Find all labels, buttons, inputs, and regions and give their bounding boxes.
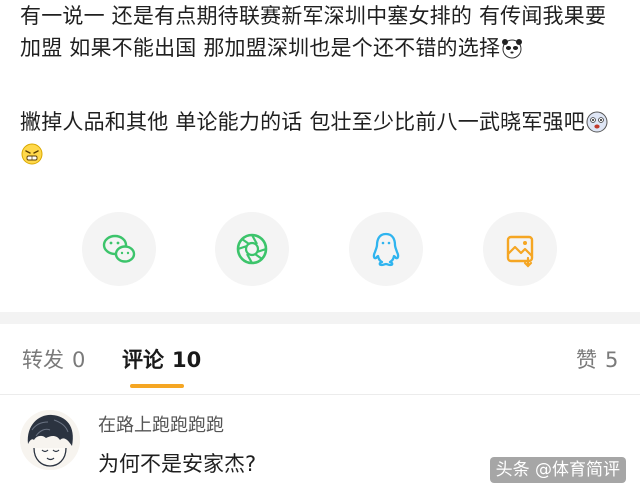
active-tab-indicator [130, 384, 184, 388]
post-paragraph-2: 撇掉人品和其他 单论能力的话 包壮至少比前八一武晓军强吧 [20, 106, 624, 170]
share-wechat-button[interactable] [82, 212, 156, 286]
save-image-button[interactable] [483, 212, 557, 286]
tab-repost-label: 转发 [22, 348, 64, 372]
avatar-image [20, 410, 80, 470]
share-qq-button[interactable] [349, 212, 423, 286]
wechat-icon [102, 234, 136, 263]
post-paragraph-2-text: 撇掉人品和其他 单论能力的话 包壮至少比前八一武晓军强吧 [20, 110, 585, 134]
share-moments-button[interactable] [215, 212, 289, 286]
moments-icon [236, 233, 268, 265]
tab-comment[interactable]: 评论 10 [122, 346, 201, 374]
share-row [0, 212, 640, 288]
tab-like-count: 5 [605, 348, 619, 372]
tab-comment-count: 10 [172, 348, 202, 372]
interaction-tabs: 转发 0 评论 10 赞5 [0, 324, 640, 395]
tab-repost-count: 0 [72, 348, 86, 372]
shocked-face-emoji-icon [586, 111, 608, 133]
watermark: 头条 @体育简评 [489, 457, 626, 483]
tab-comment-label: 评论 [122, 348, 164, 372]
tab-like[interactable]: 赞5 [576, 346, 618, 374]
tab-like-label: 赞 [576, 348, 597, 372]
section-divider [0, 312, 640, 324]
comment-username[interactable]: 在路上跑跑跑跑 [98, 414, 224, 438]
qq-icon [372, 232, 400, 267]
grin-face-emoji-icon [21, 143, 43, 165]
comment-text: 为何不是安家杰? [98, 452, 257, 476]
panda-emoji-icon [502, 39, 523, 59]
tab-repost[interactable]: 转发 0 [22, 346, 85, 374]
save-image-icon [506, 235, 534, 268]
post-paragraph-1: 有一说一 还是有点期待联赛新军深圳中塞女排的 有传闻我果要加盟 如果不能出国 那… [20, 0, 624, 64]
avatar[interactable] [20, 410, 80, 470]
